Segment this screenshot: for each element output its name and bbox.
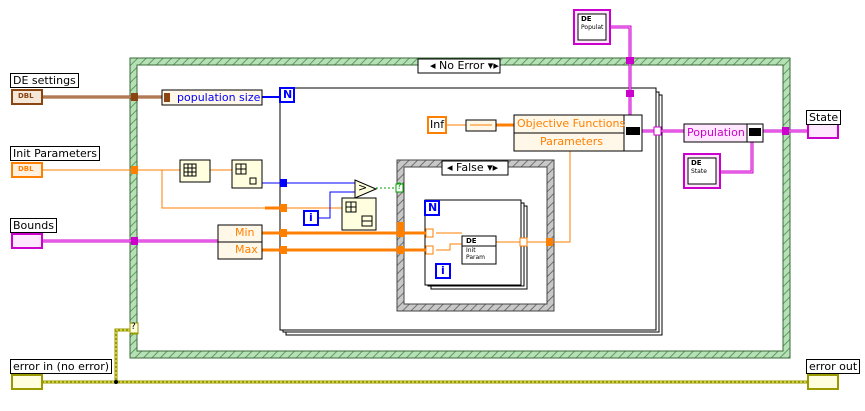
population-size-text: population size (177, 91, 261, 104)
inner-iteration-terminal: i (441, 264, 445, 277)
populat-de-title: DE (581, 15, 592, 23)
objective-functions-label: Objective Functions (517, 117, 626, 130)
min-label: Min (235, 226, 255, 239)
replace-subset-icon[interactable] (341, 197, 377, 231)
loop-count-terminal: N (283, 88, 293, 101)
state-indicator-label: State (806, 110, 842, 125)
de-settings-label: DE settings (10, 73, 79, 88)
populat-text: Populat (581, 24, 604, 31)
wire-junction (114, 380, 118, 384)
de-subvi-title: DE (466, 237, 477, 245)
error-in-terminal[interactable] (11, 374, 43, 390)
inf-constant: Inf (430, 118, 445, 131)
max-label: Max (235, 243, 258, 256)
init-subvi-line1: Init (466, 247, 476, 254)
inner-case-selector-label[interactable]: ◂ False ▾▸ (447, 161, 498, 175)
state-de-title: DE (691, 159, 702, 167)
parameters-label: Parameters (540, 135, 603, 148)
inner-case-value: False (456, 161, 484, 174)
error-out-label: error out (806, 359, 861, 374)
inner-loop-count-terminal: N (428, 201, 438, 214)
param-subvi-line2: Param (466, 254, 486, 261)
greater-than-symbol: > (358, 181, 368, 194)
init-parameters-type: DBL (18, 165, 34, 173)
error-in-label: error in (no error) (10, 359, 113, 374)
outer-case-value: No Error (439, 59, 485, 72)
boolean-query-mark: ? (397, 182, 402, 192)
error-query-mark: ? (131, 322, 136, 332)
state-cluster-text: State (691, 168, 707, 175)
iteration-terminal: i (309, 211, 313, 224)
population-label: Population (687, 126, 745, 139)
error-out-indicator-terminal[interactable] (807, 374, 839, 390)
bounds-label: Bounds (10, 218, 57, 233)
array-size-icon[interactable] (179, 159, 211, 183)
to-double-icon[interactable] (465, 119, 497, 132)
bounds-terminal[interactable] (11, 233, 43, 249)
index-array-icon[interactable] (231, 159, 263, 189)
state-indicator-terminal[interactable] (807, 123, 839, 139)
outer-case-selector-label[interactable]: ◂ No Error ▾▸ (430, 59, 499, 73)
init-parameters-label: Init Parameters (10, 146, 101, 161)
de-settings-type: DBL (18, 92, 34, 100)
